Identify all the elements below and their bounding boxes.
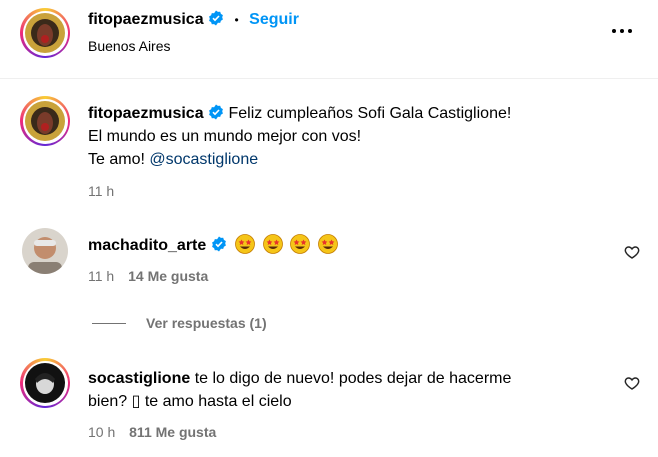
comment-1-timestamp[interactable]: 11 h	[88, 268, 114, 284]
caption-avatar[interactable]	[20, 96, 70, 146]
star-struck-emoji-icon	[262, 234, 283, 254]
caption-line-2: El mundo es un mundo mejor con vos!	[88, 128, 362, 145]
commenter-avatar[interactable]	[22, 228, 68, 274]
caption-line-1: Feliz cumpleaños Sofi Gala Castiglione!	[228, 105, 512, 122]
header-divider	[0, 78, 658, 79]
comment-2-meta: 10 h 811 Me gusta	[88, 424, 216, 440]
star-struck-emoji-icon	[235, 234, 256, 254]
like-heart-icon[interactable]	[624, 375, 640, 391]
follow-button[interactable]: Seguir	[249, 11, 299, 28]
comment-1-meta: 11 h 14 Me gusta	[88, 268, 208, 284]
header-title-row: fitopaezmusica • Seguir	[88, 10, 299, 29]
verified-badge-icon	[209, 104, 223, 120]
comment-1-username[interactable]: machadito_arte	[88, 237, 206, 254]
comment-1-emojis	[235, 234, 340, 254]
caption-text: fitopaezmusica Feliz cumpleaños Sofi Gal…	[88, 102, 628, 171]
header-avatar[interactable]	[20, 8, 70, 58]
verified-badge-icon	[211, 236, 226, 252]
comment-2-line-1: te lo digo de nuevo! podes dejar de hace…	[194, 370, 512, 387]
comment-1-row: machadito_arte	[88, 234, 341, 255]
replies-line	[92, 323, 126, 324]
comment-2-line-2: bien? ▯ te amo hasta el cielo	[88, 393, 292, 410]
like-heart-icon[interactable]	[624, 244, 640, 260]
header-location[interactable]: Buenos Aires	[88, 38, 171, 54]
commenter-avatar[interactable]	[20, 358, 70, 408]
header-username[interactable]: fitopaezmusica	[88, 11, 204, 28]
verified-badge-icon	[209, 10, 223, 26]
comment-1-likes[interactable]: 14 Me gusta	[128, 268, 208, 284]
star-struck-emoji-icon	[317, 234, 338, 254]
comment-2-timestamp[interactable]: 10 h	[88, 424, 115, 440]
view-replies-button[interactable]: Ver respuestas (1)	[146, 315, 267, 331]
comment-2-text: socastiglione te lo digo de nuevo! podes…	[88, 367, 608, 413]
caption-timestamp[interactable]: 11 h	[88, 183, 114, 199]
fito-avatar-image	[25, 13, 65, 53]
machadito-avatar-image	[22, 228, 68, 274]
star-struck-emoji-icon	[290, 234, 310, 254]
more-horizontal-icon[interactable]	[610, 25, 634, 37]
header-separator: •	[234, 13, 239, 27]
fito-avatar-image	[25, 101, 65, 141]
comment-2-likes[interactable]: 811 Me gusta	[129, 424, 216, 440]
mention-link[interactable]: @socastiglione	[149, 151, 258, 168]
comment-2-username[interactable]: socastiglione	[88, 370, 190, 387]
caption-line-3: Te amo!	[88, 151, 145, 168]
caption-username[interactable]: fitopaezmusica	[88, 105, 204, 122]
socastiglione-avatar-image	[25, 363, 65, 403]
